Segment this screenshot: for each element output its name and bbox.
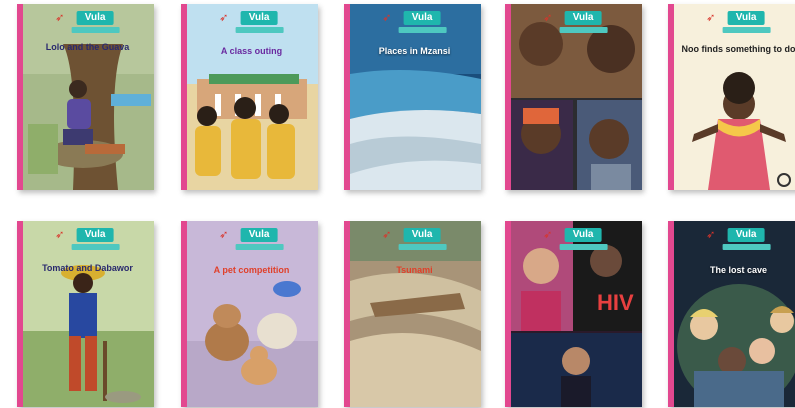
- book-title: Tsunami: [396, 265, 433, 275]
- vula-logo: ➶ Vula: [219, 7, 284, 33]
- book-spine: [181, 4, 187, 190]
- book-title: Lolo and the Guava: [45, 42, 130, 52]
- book-spine: [668, 4, 674, 190]
- bird-icon: ➶: [219, 12, 229, 24]
- book-cover-6[interactable]: ➶ Vula Tomato and Dabawor: [17, 221, 154, 407]
- bird-icon: ➶: [55, 12, 65, 24]
- book-cover-5[interactable]: ➶ Vula Noo finds something to do: [668, 4, 795, 190]
- vula-logo: ➶ Vula: [382, 7, 447, 33]
- book-spine: [505, 4, 511, 190]
- book-spine: [344, 221, 350, 407]
- book-cover-1[interactable]: ➶ Vula Lolo and the Guava: [17, 4, 154, 190]
- book-spine: [181, 221, 187, 407]
- book-grid: ➶ Vula Lolo and the Guava ➶ Vula A class…: [0, 0, 795, 408]
- book-title: The lost cave: [709, 265, 768, 275]
- bird-icon: ➶: [706, 12, 716, 24]
- book-cover-9[interactable]: ➶ Vula HIV: [505, 221, 642, 407]
- vula-logo: ➶ Vula: [706, 224, 771, 250]
- vula-logo: ➶ Vula: [55, 7, 120, 33]
- book-spine: [344, 4, 350, 190]
- book-cover-4[interactable]: ➶ Vula: [505, 4, 642, 190]
- book-title: Tomato and Dabawor: [42, 263, 133, 273]
- bird-icon: ➶: [382, 12, 392, 24]
- book-title: A class outing: [220, 46, 283, 56]
- book-cover-7[interactable]: ➶ Vula A pet competition: [181, 221, 318, 407]
- book-title: Noo finds something to do: [681, 44, 795, 54]
- book-spine: [505, 221, 511, 407]
- vula-logo: ➶ Vula: [543, 7, 608, 33]
- bird-icon: ➶: [543, 12, 553, 24]
- bird-icon: ➶: [382, 229, 392, 241]
- book-cover-8[interactable]: ➶ Vula Tsunami: [344, 221, 481, 407]
- book-cover-3[interactable]: ➶ Vula Places in Mzansi: [344, 4, 481, 190]
- vula-logo: ➶ Vula: [382, 224, 447, 250]
- book-title: HIV: [597, 290, 634, 315]
- book-spine: [668, 221, 674, 407]
- book-cover-10[interactable]: ➶ Vula The lost cave: [668, 221, 795, 407]
- book-title: A pet competition: [213, 265, 290, 275]
- vula-logo: ➶ Vula: [219, 224, 284, 250]
- bird-icon: ➶: [706, 229, 716, 241]
- vula-logo: ➶ Vula: [55, 224, 120, 250]
- book-cover-2[interactable]: ➶ Vula A class outing: [181, 4, 318, 190]
- book-spine: [17, 221, 23, 407]
- book-spine: [17, 4, 23, 190]
- book-title: Places in Mzansi: [378, 46, 451, 56]
- vula-logo: ➶ Vula: [706, 7, 771, 33]
- bird-icon: ➶: [219, 229, 229, 241]
- bird-icon: ➶: [55, 229, 65, 241]
- bird-icon: ➶: [543, 229, 553, 241]
- vula-logo: ➶ Vula: [543, 224, 608, 250]
